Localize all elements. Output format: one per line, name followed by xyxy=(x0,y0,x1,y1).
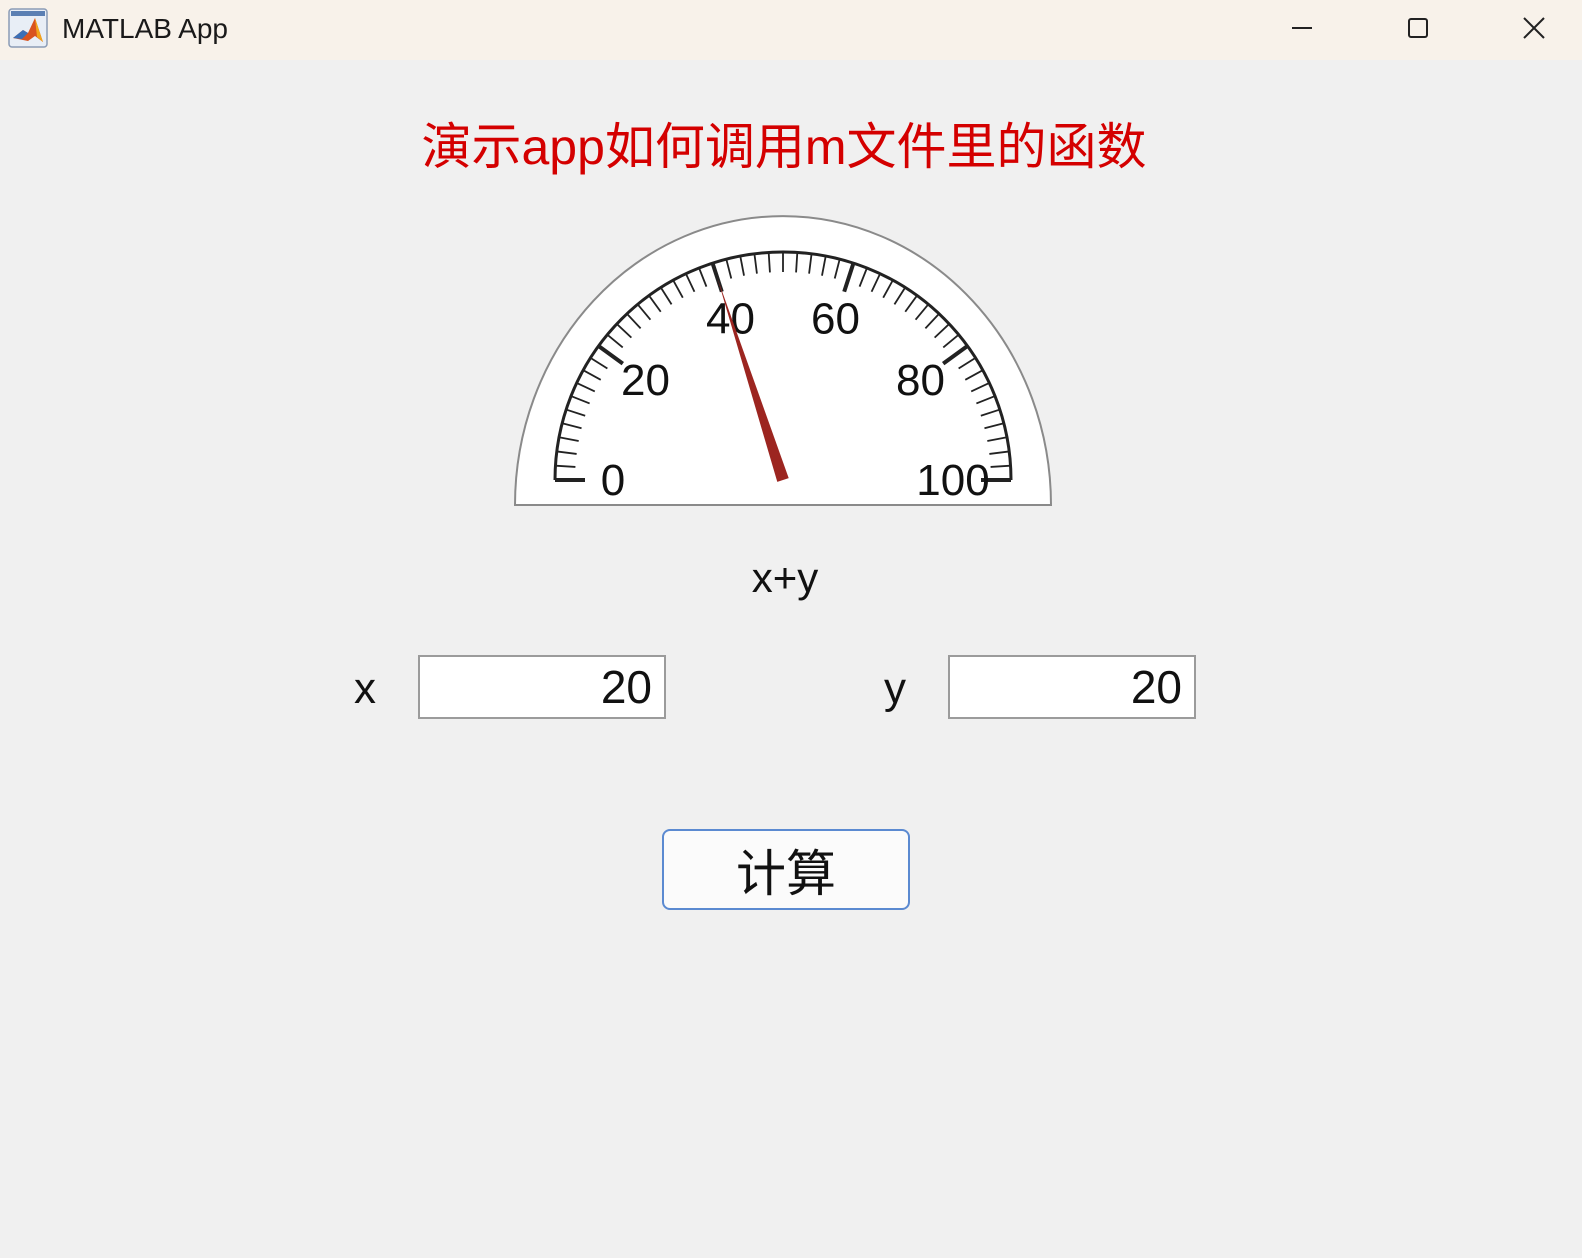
gauge-tick-label: 80 xyxy=(896,356,945,405)
gauge-label: x+y xyxy=(751,554,819,601)
gauge-minor-tick xyxy=(555,464,576,468)
gauge-tick-label: 60 xyxy=(811,294,860,343)
maximize-icon xyxy=(1408,18,1428,38)
gauge-minor-tick xyxy=(767,252,771,273)
semicircular-gauge: 020406080100 xyxy=(513,214,1053,507)
y-label: y xyxy=(884,664,906,713)
calculate-button[interactable]: 计算 xyxy=(662,829,910,910)
close-button[interactable] xyxy=(1477,0,1582,56)
matlab-icon xyxy=(8,8,48,48)
minimize-button[interactable] xyxy=(1245,0,1359,56)
page-title: 演示app如何调用m文件里的函数 xyxy=(421,119,1147,175)
gauge-minor-tick xyxy=(990,464,1011,468)
gauge-minor-tick xyxy=(795,252,799,273)
x-input[interactable] xyxy=(418,655,666,719)
x-label: x xyxy=(354,664,376,713)
gauge-tick-label: 20 xyxy=(621,356,670,405)
gauge-svg: 020406080100 xyxy=(513,215,1053,506)
y-input[interactable] xyxy=(948,655,1196,719)
gauge-tick-label: 100 xyxy=(916,456,989,505)
minimize-icon xyxy=(1292,27,1312,29)
window-title: MATLAB App xyxy=(62,13,229,44)
gauge-tick-label: 0 xyxy=(601,456,625,505)
title-bar: MATLAB App xyxy=(0,0,1582,60)
maximize-button[interactable] xyxy=(1361,0,1475,56)
close-icon xyxy=(1523,17,1545,39)
